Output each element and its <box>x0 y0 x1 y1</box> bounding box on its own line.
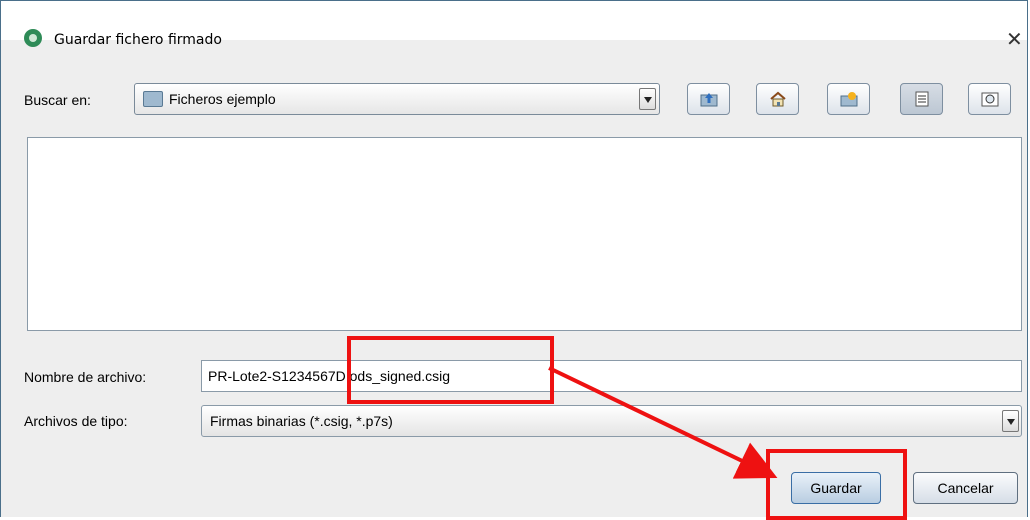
filename-input[interactable]: PR-Lote2-S1234567D.ods_signed.csig <box>201 360 1022 392</box>
title-bar: Guardar fichero firmado ✕ <box>1 1 1027 51</box>
details-view-icon <box>981 92 999 107</box>
look-in-label: Buscar en: <box>24 92 91 108</box>
new-folder-icon <box>840 92 858 107</box>
chevron-down-icon[interactable] <box>1002 410 1019 432</box>
details-view-button[interactable] <box>968 83 1011 115</box>
up-folder-icon <box>700 93 718 107</box>
dialog-title: Guardar fichero firmado <box>54 32 222 48</box>
filetype-label: Archivos de tipo: <box>24 413 128 429</box>
close-icon[interactable]: ✕ <box>1006 27 1023 51</box>
cancel-button[interactable]: Cancelar <box>913 472 1018 504</box>
folder-icon <box>143 91 163 107</box>
up-folder-button[interactable] <box>687 83 730 115</box>
chevron-down-icon[interactable] <box>639 88 656 110</box>
list-view-icon <box>915 91 929 107</box>
look-in-value: Ficheros ejemplo <box>169 91 276 107</box>
filename-label: Nombre de archivo: <box>24 369 147 385</box>
app-logo-icon <box>24 29 42 47</box>
save-dialog: Guardar fichero firmado ✕ Buscar en: Fic… <box>0 0 1028 520</box>
new-folder-button[interactable] <box>827 83 870 115</box>
file-list[interactable] <box>27 137 1022 331</box>
home-button[interactable] <box>756 83 799 115</box>
home-icon <box>770 91 786 107</box>
filetype-combo[interactable]: Firmas binarias (*.csig, *.p7s) <box>201 405 1022 437</box>
look-in-combo[interactable]: Ficheros ejemplo <box>134 83 660 115</box>
save-button[interactable]: Guardar <box>791 472 881 504</box>
filetype-value: Firmas binarias (*.csig, *.p7s) <box>210 413 393 429</box>
list-view-button[interactable] <box>900 83 943 115</box>
